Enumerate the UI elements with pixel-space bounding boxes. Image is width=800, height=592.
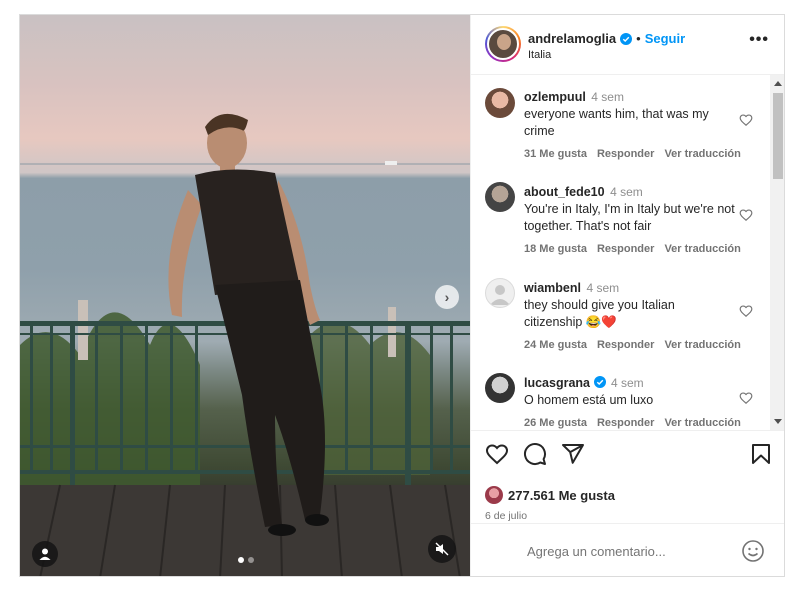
tagged-users-button[interactable] <box>32 541 58 567</box>
comment-like-heart-icon[interactable] <box>739 391 753 405</box>
comment-avatar[interactable] <box>485 278 515 308</box>
comment-text: O homem está um luxo <box>524 393 654 407</box>
comment-avatar[interactable] <box>485 373 515 403</box>
comment-likes[interactable]: 18 Me gusta <box>524 243 587 255</box>
comment-likes[interactable]: 31 Me gusta <box>524 148 587 160</box>
comments-scrollbar[interactable] <box>770 75 784 430</box>
muted-speaker-icon <box>435 542 449 556</box>
comment-username[interactable]: wiambenl <box>524 281 581 295</box>
scroll-down-arrow-icon[interactable] <box>774 419 782 424</box>
post-location[interactable]: Italia <box>528 49 551 61</box>
comment-username[interactable]: ozlempuul <box>524 90 586 104</box>
comment-time[interactable]: 4 sem <box>611 376 644 390</box>
liker-avatar <box>485 486 503 504</box>
comment-icon[interactable] <box>523 442 547 466</box>
comment-avatar[interactable] <box>485 88 515 118</box>
carousel-dot-active <box>238 557 244 563</box>
comment-like-heart-icon[interactable] <box>739 304 753 318</box>
comment-username[interactable]: about_fede10 <box>524 185 605 199</box>
comment-text: You're in Italy, I'm in Italy but we're … <box>524 202 735 233</box>
next-photo-button[interactable]: › <box>435 285 459 309</box>
post-photo[interactable]: › <box>20 15 470 576</box>
verified-badge-icon <box>620 32 633 45</box>
translate-link[interactable]: Ver traducción <box>664 339 740 351</box>
reply-button[interactable]: Responder <box>597 339 654 351</box>
follow-button[interactable]: Seguir <box>645 31 685 46</box>
comment-input[interactable] <box>527 544 727 559</box>
scroll-thumb[interactable] <box>773 93 783 179</box>
comment-text: they should give you Italian citizenship… <box>524 298 675 329</box>
translate-link[interactable]: Ver traducción <box>664 148 740 160</box>
comment-time[interactable]: 4 sem <box>591 90 624 104</box>
verified-badge-icon <box>593 376 606 388</box>
reply-button[interactable]: Responder <box>597 148 654 160</box>
reply-button[interactable]: Responder <box>597 243 654 255</box>
carousel-indicator <box>238 557 254 563</box>
translate-link[interactable]: Ver traducción <box>664 243 740 255</box>
comment-time[interactable]: 4 sem <box>610 185 643 199</box>
comment-avatar[interactable] <box>485 182 515 212</box>
comment-likes[interactable]: 26 Me gusta <box>524 417 587 429</box>
header-separator: • <box>636 31 641 46</box>
likes-summary[interactable]: 277.561 Me gusta <box>485 486 615 504</box>
reply-button[interactable]: Responder <box>597 417 654 429</box>
comment-likes[interactable]: 24 Me gusta <box>524 339 587 351</box>
translate-link[interactable]: Ver traducción <box>664 417 740 429</box>
post-date[interactable]: 6 de julio <box>485 510 527 522</box>
user-tag-icon <box>39 548 51 560</box>
author-username[interactable]: andrelamoglia <box>528 31 616 46</box>
scroll-up-arrow-icon[interactable] <box>774 81 782 86</box>
post-side-panel: andrelamoglia • Seguir Italia ••• ozlemp… <box>470 15 784 576</box>
more-dots-icon: ••• <box>749 31 769 48</box>
chevron-right-icon: › <box>444 289 450 305</box>
comments-list: ozlempuul 4 sem everyone wants him, that… <box>471 75 784 430</box>
default-user-icon <box>490 285 510 305</box>
carousel-dot <box>248 557 254 563</box>
more-options-button[interactable]: ••• <box>749 31 769 49</box>
audio-toggle-button[interactable] <box>428 535 456 563</box>
heart-icon[interactable] <box>485 442 509 466</box>
post-modal: › andrelamoglia • Seguir Italia ••• ozle… <box>19 14 785 577</box>
emoji-icon[interactable] <box>741 539 765 563</box>
share-icon[interactable] <box>561 442 585 466</box>
post-header: andrelamoglia • Seguir Italia ••• <box>471 15 784 75</box>
comment-composer <box>471 523 784 576</box>
comment-like-heart-icon[interactable] <box>739 113 753 127</box>
photo-scene <box>20 113 470 576</box>
author-avatar[interactable] <box>485 26 521 62</box>
comment-username[interactable]: lucasgrana <box>524 376 590 390</box>
comment-text: everyone wants him, that was my crime <box>524 107 709 138</box>
comment-like-heart-icon[interactable] <box>739 208 753 222</box>
comment-time[interactable]: 4 sem <box>586 281 619 295</box>
likes-count[interactable]: 277.561 Me gusta <box>508 488 615 503</box>
bookmark-icon[interactable] <box>749 442 773 466</box>
